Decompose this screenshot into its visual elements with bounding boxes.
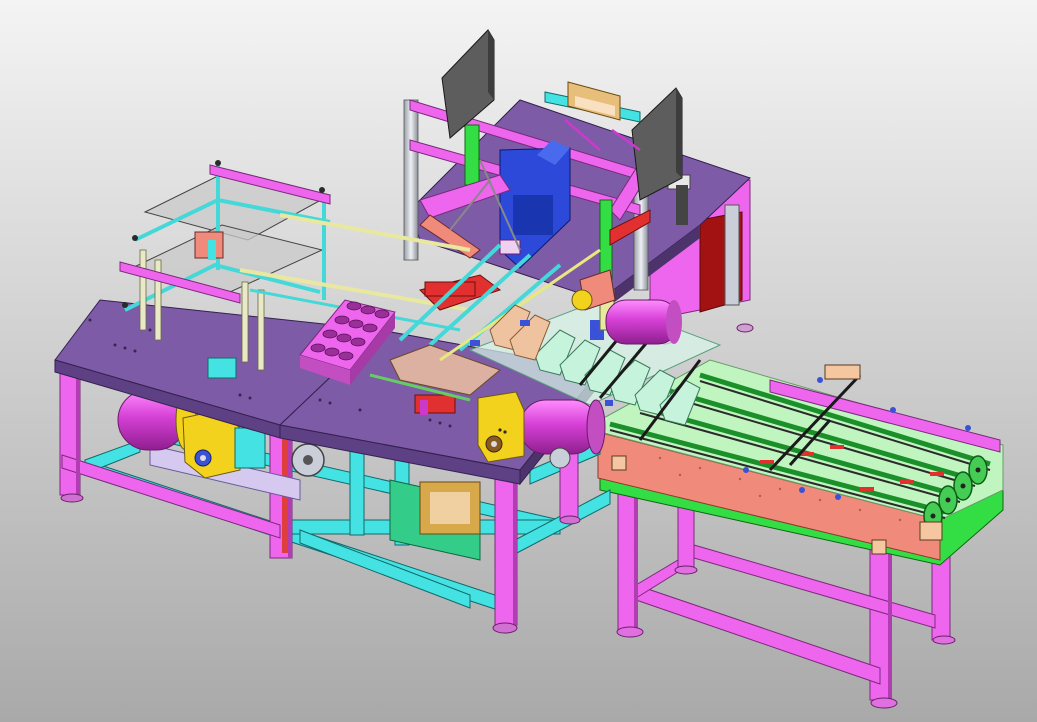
machine-assembly-drawing [0, 0, 1037, 722]
cad-viewport [0, 0, 1037, 722]
